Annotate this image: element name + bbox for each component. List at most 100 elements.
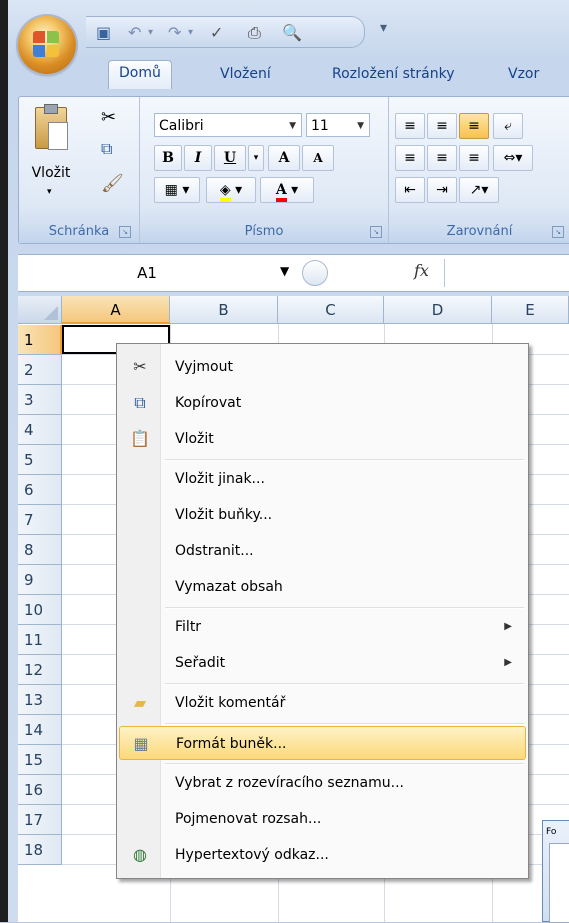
format-cells-dialog[interactable]: Fo — [542, 820, 569, 923]
row-header-11[interactable]: 11 — [18, 625, 62, 655]
menu-item-vyjmout[interactable]: ✂ Vyjmout — [119, 350, 526, 384]
row-header-7[interactable]: 7 — [18, 505, 62, 535]
row-header-9[interactable]: 9 — [18, 565, 62, 595]
font-color-button[interactable]: A ▾ — [260, 177, 314, 203]
menu-item-kopirovat[interactable]: ⧉ Kopírovat — [119, 386, 526, 420]
row-header-15[interactable]: 15 — [18, 745, 62, 775]
row-header-1[interactable]: 1 — [18, 325, 62, 355]
name-box-dropdown-icon[interactable]: ▼ — [280, 264, 289, 278]
copy-icon[interactable]: ⧉ — [101, 139, 112, 159]
menu-item-label: Vložit jinak... — [175, 471, 265, 487]
menu-item-label: Vložit — [175, 431, 214, 447]
column-header-c[interactable]: C — [278, 296, 384, 324]
paste-button[interactable]: Vložit ▾ — [27, 103, 75, 203]
italic-button[interactable]: I — [184, 145, 212, 171]
menu-item-vybrat-z-rozeviraciho-seznamu[interactable]: Vybrat z rozevíracího seznamu... — [119, 766, 526, 800]
align-center-button[interactable]: ≡ — [427, 145, 457, 171]
menu-item-label: Kopírovat — [175, 395, 242, 411]
menu-item-seradit[interactable]: Seřadit ▶ — [119, 646, 526, 680]
row-header-14[interactable]: 14 — [18, 715, 62, 745]
formula-separator — [444, 259, 445, 287]
row-header-3[interactable]: 3 — [18, 385, 62, 415]
underline-dropdown-icon[interactable]: ▾ — [248, 145, 264, 171]
orientation-button[interactable]: ↗▾ — [459, 177, 499, 203]
row-header-18[interactable]: 18 — [18, 835, 62, 865]
row-header-17[interactable]: 17 — [18, 805, 62, 835]
fill-color-button[interactable]: ◈ ▾ — [206, 177, 256, 203]
merge-center-button[interactable]: ⇔▾ — [493, 145, 533, 171]
redo-icon[interactable]: ↷ — [168, 23, 181, 42]
decrease-indent-button[interactable]: ⇤ — [395, 177, 425, 203]
tab-home[interactable]: Domů — [108, 60, 172, 89]
align-left-button[interactable]: ≡ — [395, 145, 425, 171]
bold-button[interactable]: B — [154, 145, 182, 171]
select-all-button[interactable] — [18, 296, 62, 324]
menu-item-filtr[interactable]: Filtr ▶ — [119, 610, 526, 644]
undo-icon[interactable]: ↶ — [128, 23, 141, 42]
align-middle-button[interactable]: ≡ — [427, 113, 457, 139]
expand-formula-button[interactable] — [302, 260, 328, 286]
font-name-select[interactable]: Calibri ▼ — [154, 113, 302, 137]
menu-item-label: Odstranit... — [175, 543, 254, 559]
cut-icon[interactable]: ✂ — [101, 107, 116, 128]
menu-item-label: Vložit buňky... — [175, 507, 273, 523]
alignment-launcher-icon[interactable]: ↘ — [552, 226, 564, 238]
shrink-font-button[interactable]: A — [302, 145, 334, 171]
align-bottom-button[interactable]: ≡ — [459, 113, 489, 139]
menu-item-vlozit-jinak[interactable]: Vložit jinak... — [119, 462, 526, 496]
increase-indent-button[interactable]: ⇥ — [427, 177, 457, 203]
menu-item-pojmenovat-rozsah[interactable]: Pojmenovat rozsah... — [119, 802, 526, 836]
borders-button[interactable]: ▦ ▾ — [154, 177, 200, 203]
column-header-e[interactable]: E — [492, 296, 569, 324]
menu-separator — [165, 459, 524, 461]
align-right-button[interactable]: ≡ — [459, 145, 489, 171]
menu-item-label: Formát buněk... — [176, 736, 287, 752]
font-size-value: 11 — [311, 118, 329, 134]
insert-function-icon[interactable]: fx — [414, 261, 429, 280]
menu-item-vlozit-bunky[interactable]: Vložit buňky... — [119, 498, 526, 532]
comment-icon: ▰ — [133, 693, 147, 712]
column-header-a[interactable]: A — [62, 296, 170, 324]
row-header-5[interactable]: 5 — [18, 445, 62, 475]
grow-font-button[interactable]: A — [268, 145, 300, 171]
tab-page-layout[interactable]: Rozložení stránky — [332, 66, 455, 82]
menu-item-vlozit-komentar[interactable]: ▰ Vložit komentář — [119, 686, 526, 720]
formula-bar: A1 ▼ fx — [18, 254, 569, 292]
row-header-2[interactable]: 2 — [18, 355, 62, 385]
save-icon[interactable]: ▣ — [96, 23, 111, 42]
row-header-13[interactable]: 13 — [18, 685, 62, 715]
row-header-12[interactable]: 12 — [18, 655, 62, 685]
formula-input[interactable] — [448, 259, 569, 287]
menu-item-label: Pojmenovat rozsah... — [175, 811, 322, 827]
font-size-select[interactable]: 11 ▼ — [306, 113, 370, 137]
hyperlink-icon: ◍ — [133, 845, 147, 864]
underline-button[interactable]: U — [214, 145, 246, 171]
menu-item-vlozit[interactable]: 📋 Vložit — [119, 422, 526, 456]
clipboard-launcher-icon[interactable]: ↘ — [119, 226, 131, 238]
row-header-4[interactable]: 4 — [18, 415, 62, 445]
name-box[interactable]: A1 — [18, 260, 276, 286]
format-painter-icon[interactable]: 🖌 — [101, 173, 124, 194]
customize-qat-icon[interactable]: ▾ — [380, 20, 387, 36]
spelling-icon[interactable]: ✓ — [210, 23, 223, 42]
chevron-down-icon: ▼ — [357, 121, 364, 131]
menu-item-odstranit[interactable]: Odstranit... — [119, 534, 526, 568]
menu-item-vymazat-obsah[interactable]: Vymazat obsah — [119, 570, 526, 604]
tab-formulas[interactable]: Vzor — [508, 66, 539, 82]
column-header-d[interactable]: D — [384, 296, 492, 324]
row-header-6[interactable]: 6 — [18, 475, 62, 505]
row-header-16[interactable]: 16 — [18, 775, 62, 805]
row-header-10[interactable]: 10 — [18, 595, 62, 625]
row-header-8[interactable]: 8 — [18, 535, 62, 565]
print-preview-icon[interactable]: 🔍 — [282, 23, 302, 42]
undo-dropdown-icon[interactable]: ▾ — [148, 27, 153, 38]
redo-dropdown-icon[interactable]: ▾ — [188, 27, 193, 38]
wrap-text-button[interactable]: ⤶ — [493, 113, 523, 139]
menu-item-format-bunek[interactable]: ▦ Formát buněk... — [119, 726, 526, 760]
print-icon[interactable]: ⎙ — [248, 23, 261, 43]
menu-item-hypertextovy-odkaz[interactable]: ◍ Hypertextový odkaz... — [119, 838, 526, 872]
tab-insert[interactable]: Vložení — [220, 66, 271, 82]
column-header-b[interactable]: B — [170, 296, 278, 324]
align-top-button[interactable]: ≡ — [395, 113, 425, 139]
font-launcher-icon[interactable]: ↘ — [370, 226, 382, 238]
